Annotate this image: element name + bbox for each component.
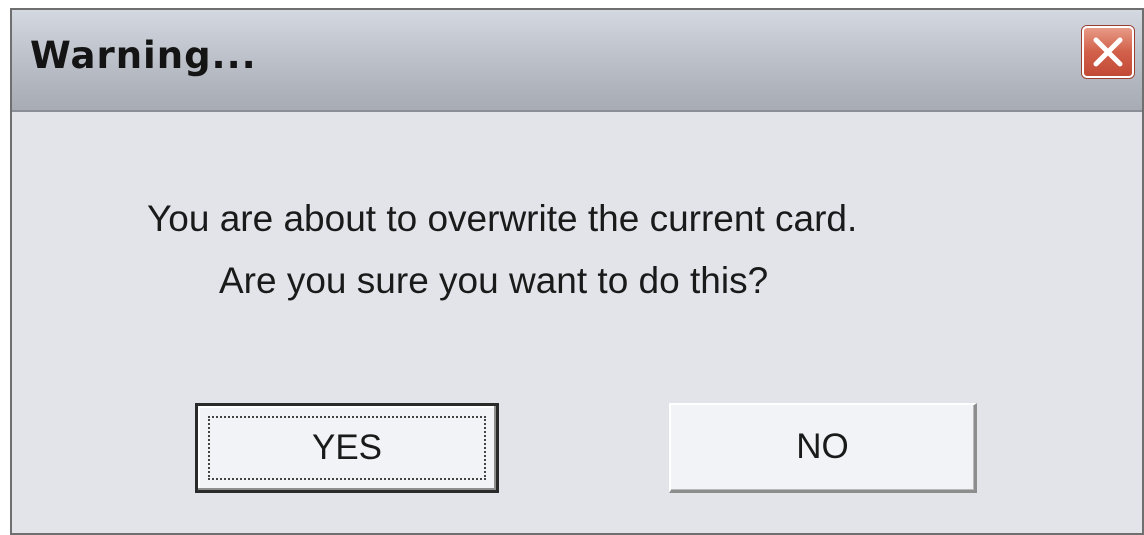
- dialog-title: Warning...: [30, 34, 257, 77]
- warning-dialog: Warning... You are about to overwrite th…: [10, 8, 1144, 535]
- message-line-1: You are about to overwrite the current c…: [147, 198, 858, 239]
- title-bar[interactable]: Warning...: [12, 10, 1142, 112]
- yes-button[interactable]: YES: [195, 403, 499, 493]
- no-button[interactable]: NO: [669, 403, 977, 493]
- no-button-label: NO: [796, 427, 849, 466]
- message-line-2: Are you sure you want to do this?: [219, 260, 769, 301]
- yes-button-label: YES: [311, 428, 383, 467]
- close-button[interactable]: [1082, 26, 1134, 78]
- close-icon: [1093, 37, 1123, 67]
